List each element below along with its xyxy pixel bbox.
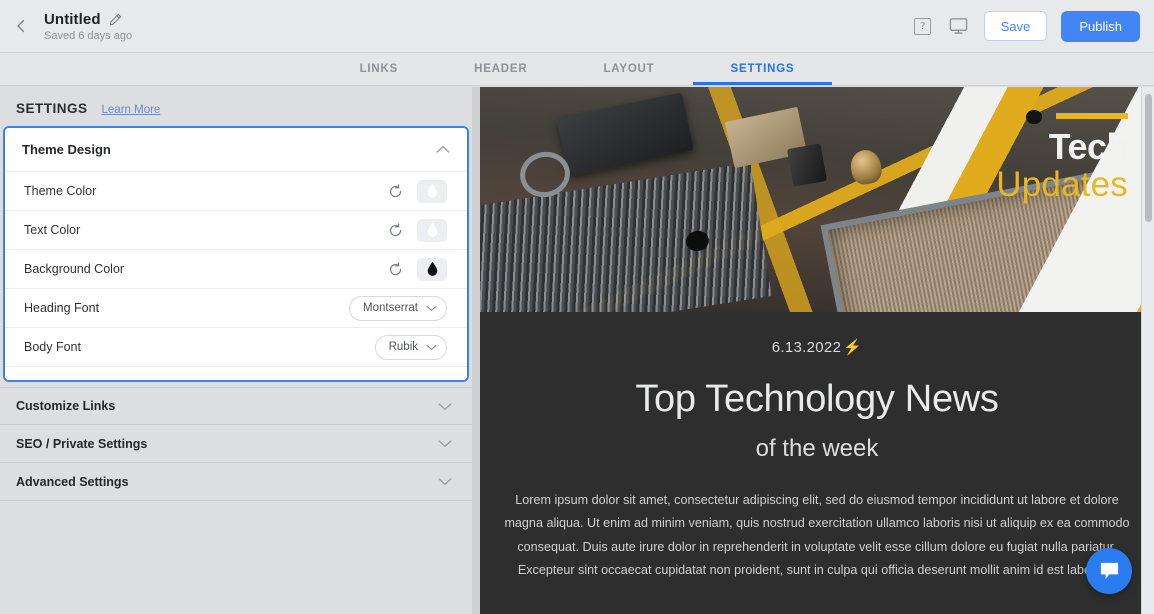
title-row: Untitled [44, 11, 132, 28]
setting-label: Text Color [24, 223, 80, 237]
section-customize-links[interactable]: Customize Links [0, 387, 472, 425]
post-title: Top Technology News [480, 378, 1154, 421]
hero-section: Tech Updates [480, 87, 1154, 312]
setting-row-body-font: Body Font Rubik [5, 327, 467, 366]
setting-row-theme-color: Theme Color [5, 171, 467, 210]
chevron-down-icon [438, 402, 452, 411]
help-button[interactable]: ? [912, 15, 934, 37]
theme-design-title: Theme Design [22, 142, 111, 157]
hero-title-block: Tech Updates [996, 113, 1128, 205]
heading-font-value: Montserrat [363, 302, 418, 314]
section-title: SEO / Private Settings [16, 437, 147, 451]
desktop-preview-button[interactable] [948, 15, 970, 37]
setting-row-background-color: Background Color [5, 249, 467, 288]
hero-title-secondary: Updates [996, 165, 1128, 205]
question-mark-icon: ? [914, 18, 931, 35]
tab-bar: LINKS HEADER LAYOUT SETTINGS [0, 53, 1154, 86]
chevron-down-icon [438, 439, 452, 448]
tab-settings[interactable]: SETTINGS [693, 52, 833, 85]
body-font-value: Rubik [389, 341, 418, 353]
chevron-down-icon [426, 305, 437, 312]
chevron-left-icon [15, 19, 27, 33]
pencil-icon[interactable] [109, 13, 122, 26]
color-swatch-theme-color[interactable] [417, 180, 447, 203]
section-advanced-settings[interactable]: Advanced Settings [0, 463, 472, 501]
setting-controls [388, 219, 447, 242]
section-title: Customize Links [16, 399, 115, 413]
reset-arrow-icon[interactable] [388, 184, 403, 199]
color-swatch-text-color[interactable] [417, 219, 447, 242]
post-date: 6.13.2022 [772, 339, 841, 356]
post-body-text: Lorem ipsum dolor sit amet, consectetur … [497, 489, 1137, 582]
setting-row-text-color: Text Color [5, 210, 467, 249]
body-font-select[interactable]: Rubik [375, 335, 447, 360]
panel-divider [472, 87, 480, 614]
setting-label: Background Color [24, 262, 124, 276]
learn-more-link[interactable]: Learn More [102, 104, 161, 116]
collapsed-sections: Customize Links SEO / Private Settings A… [0, 387, 472, 501]
theme-design-header[interactable]: Theme Design [5, 128, 467, 171]
setting-label: Body Font [24, 340, 81, 354]
setting-label: Theme Color [24, 184, 96, 198]
chevron-down-icon [438, 477, 452, 486]
post-subtitle: of the week [480, 435, 1154, 463]
chevron-down-icon [426, 344, 437, 351]
card-footer-spacer [5, 366, 467, 380]
post-date-line: 6.13.2022 ⚡ [480, 338, 1154, 356]
tab-layout[interactable]: LAYOUT [565, 52, 692, 85]
post-body-area: 6.13.2022 ⚡ Top Technology News of the w… [480, 312, 1154, 582]
settings-header: SETTINGS Learn More [0, 87, 472, 126]
preview-scrollbar[interactable] [1141, 87, 1154, 614]
document-title-block: Untitled Saved 6 days ago [44, 11, 132, 42]
section-seo-private-settings[interactable]: SEO / Private Settings [0, 425, 472, 463]
theme-design-card: Theme Design Theme Color [3, 126, 469, 382]
setting-controls [388, 258, 447, 281]
preview-pane: Tech Updates 6.13.2022 ⚡ Top Technology … [480, 87, 1154, 614]
tab-links[interactable]: LINKS [322, 52, 437, 85]
lightning-bolt-icon: ⚡ [843, 338, 862, 356]
reset-arrow-icon[interactable] [388, 223, 403, 238]
settings-panel: SETTINGS Learn More Theme Design Theme C… [0, 87, 472, 614]
desktop-monitor-icon [949, 17, 968, 35]
saved-status: Saved 6 days ago [44, 30, 132, 42]
app-root: Untitled Saved 6 days ago ? [0, 0, 1154, 614]
setting-row-heading-font: Heading Font Montserrat [5, 288, 467, 327]
preview-scrollbar-thumb[interactable] [1145, 94, 1152, 222]
top-bar: Untitled Saved 6 days ago ? [0, 0, 1154, 53]
page-title: Untitled [44, 11, 101, 28]
chat-bubble-icon [1098, 561, 1121, 582]
droplet-icon [426, 222, 439, 238]
color-swatch-background-color[interactable] [417, 258, 447, 281]
hero-accent-bar [1056, 113, 1128, 119]
top-bar-actions: ? Save Publish [912, 11, 1154, 42]
setting-controls [388, 180, 447, 203]
setting-label: Heading Font [24, 301, 99, 315]
save-button[interactable]: Save [984, 11, 1048, 41]
droplet-icon [426, 261, 439, 277]
board-capacitor-decor [787, 143, 827, 187]
section-title: Advanced Settings [16, 475, 129, 489]
chat-button[interactable] [1086, 548, 1132, 594]
droplet-icon [426, 183, 439, 199]
chevron-up-icon[interactable] [436, 145, 450, 154]
reset-arrow-icon[interactable] [388, 262, 403, 277]
tab-header[interactable]: HEADER [436, 52, 565, 85]
publish-button[interactable]: Publish [1061, 11, 1140, 42]
settings-heading: SETTINGS [16, 101, 88, 116]
hero-title-primary: Tech [996, 129, 1128, 165]
back-button[interactable] [4, 9, 38, 43]
heading-font-select[interactable]: Montserrat [349, 296, 447, 321]
